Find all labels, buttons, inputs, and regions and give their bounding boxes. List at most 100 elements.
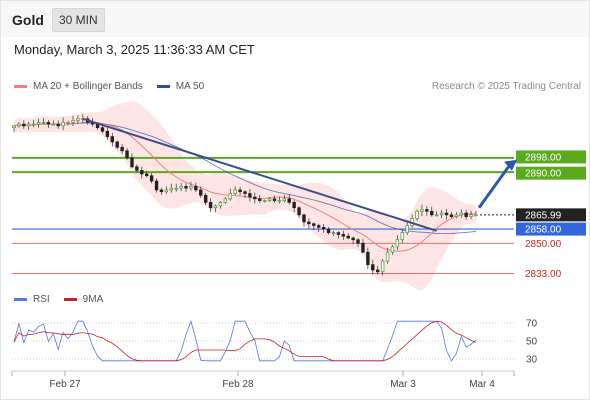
candle-body [444, 212, 449, 216]
candle-body [66, 121, 70, 124]
candle-body [326, 228, 331, 233]
candle-body [243, 191, 247, 194]
candle-body [400, 232, 404, 241]
candle-body [17, 123, 21, 127]
candle-body [238, 189, 242, 193]
candle-body [297, 207, 301, 216]
candle-body [277, 200, 282, 202]
rsi-tick-70: 70 [526, 319, 538, 330]
ma9-line [13, 320, 477, 362]
candle-body [312, 223, 316, 226]
candle-body [76, 118, 80, 121]
candle-body [464, 212, 468, 217]
candle-body [371, 264, 375, 271]
candle-body [213, 205, 218, 209]
candle-body [31, 123, 36, 126]
candle-body [135, 166, 139, 171]
rsi-panel: 30 50 70 [12, 319, 538, 366]
candle-body [282, 198, 287, 201]
level-tag-2898.00: 2898.00 [525, 152, 562, 163]
candle-body [233, 189, 237, 194]
candle-body [292, 202, 296, 209]
candle-body [120, 146, 124, 152]
candle-body [46, 121, 51, 125]
candle-body [405, 225, 409, 233]
candle-body [194, 186, 198, 191]
candle-body [149, 175, 154, 182]
candle-body [302, 214, 306, 223]
candle-body [169, 187, 173, 191]
candle-body [125, 150, 129, 159]
candle-body [258, 198, 262, 201]
candle-body [36, 121, 41, 125]
candle-body [317, 225, 321, 228]
candle-body [164, 189, 169, 193]
candle-body [61, 121, 65, 127]
candle-body [12, 125, 16, 129]
candle-body [336, 232, 341, 235]
candle-body [434, 214, 439, 217]
candle-body [145, 173, 149, 177]
level-tag-2865.99: 2865.99 [525, 210, 562, 221]
candle-body [208, 202, 213, 209]
candle-body [390, 246, 395, 253]
candle-body [56, 123, 60, 127]
x-tick-label: Feb 27 [49, 379, 81, 390]
candle-body [356, 239, 360, 244]
level-tag-2858.00: 2858.00 [525, 225, 562, 236]
candle-body [376, 269, 380, 273]
candle-body [184, 186, 188, 189]
candle-body [223, 198, 228, 203]
candle-body [380, 260, 385, 273]
candle-body [130, 157, 134, 168]
candle-body [253, 196, 257, 200]
candle-body [105, 130, 110, 137]
rsi-line [13, 319, 477, 362]
candle-body [203, 194, 208, 203]
candle-body [272, 198, 277, 201]
candle-body [321, 226, 326, 230]
candle-body [51, 123, 56, 126]
candle-body [474, 214, 478, 217]
candle-body [100, 127, 105, 132]
candle-body [361, 242, 365, 253]
candle-body [22, 123, 26, 127]
candle-body [385, 251, 390, 262]
candle-body [154, 180, 159, 191]
level-tag-2833.00: 2833.00 [525, 269, 562, 280]
candle-body [439, 212, 444, 216]
candle-body [267, 198, 272, 201]
candle-body [179, 186, 183, 189]
x-tick-label: Feb 28 [222, 379, 254, 390]
candle-body [430, 210, 434, 216]
candle-body [346, 235, 350, 239]
level-tag-2850.00: 2850.00 [525, 239, 562, 250]
candle-body [331, 232, 336, 234]
candle-body [228, 193, 232, 200]
candle [302, 213, 306, 227]
candle-body [189, 186, 193, 189]
candle-body [262, 200, 267, 202]
candle-body [366, 251, 370, 266]
candle-body [425, 209, 429, 212]
candle-body [248, 193, 252, 198]
x-tick-label: Mar 4 [469, 379, 495, 390]
candle-body [420, 209, 424, 212]
candle-body [199, 189, 203, 196]
candle-body [341, 234, 345, 237]
candle-body [159, 189, 164, 193]
candle-body [140, 170, 144, 175]
price-chart[interactable]: 2898.00 2890.00 2865.99 2858.00 2850.00 2833.… [1, 1, 589, 399]
candle-body [395, 239, 400, 248]
candle-body [27, 123, 31, 127]
x-tick-label: Mar 3 [390, 379, 416, 390]
candle-body [415, 210, 419, 219]
candle-body [218, 202, 223, 207]
candle-body [307, 221, 311, 225]
candle-body [110, 136, 114, 143]
chart-widget: Gold 30 MIN Monday, March 3, 2025 11:36:… [0, 0, 590, 400]
x-axis: Feb 27 Feb 28 Mar 3 Mar 4 [11, 370, 515, 390]
candle-body [459, 212, 463, 216]
candle-body [287, 198, 291, 203]
candle-body [71, 120, 75, 123]
